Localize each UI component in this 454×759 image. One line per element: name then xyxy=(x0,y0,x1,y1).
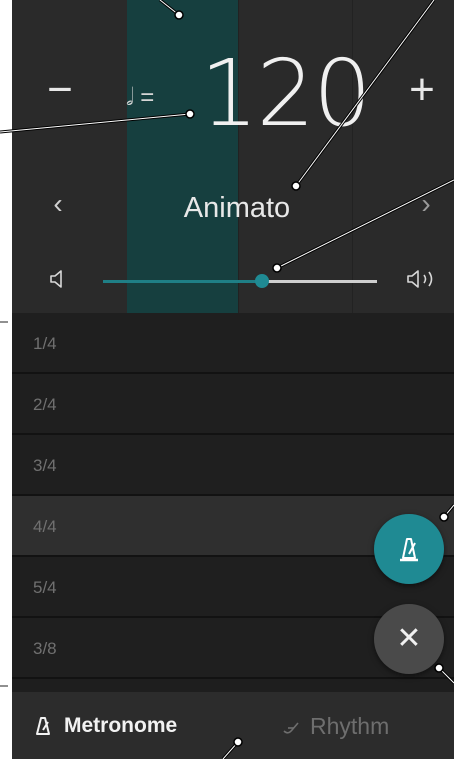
close-button[interactable]: ✕ xyxy=(374,604,444,674)
metronome-screen: − 𝅗𝅥 = 120 + ‹ Animato › 1/4 2/4 3/4 4/4… xyxy=(12,0,454,759)
previous-tempo-button[interactable]: ‹ xyxy=(46,184,70,224)
speaker-high-icon xyxy=(407,270,433,288)
time-signature-label: 5/4 xyxy=(33,578,57,597)
rhythm-icon xyxy=(283,722,299,734)
tab-rhythm[interactable]: Rhythm xyxy=(282,706,442,746)
speaker-low-icon xyxy=(50,270,62,288)
time-signature-label: 3/4 xyxy=(33,456,57,475)
tempo-marking-name: Animato xyxy=(183,192,291,224)
time-signature-label: 3/8 xyxy=(33,639,57,658)
metronome-start-button[interactable] xyxy=(374,514,444,584)
time-signature-row[interactable]: 3/4 xyxy=(12,435,454,496)
tab-metronome-label: Metronome xyxy=(64,714,178,737)
tab-rhythm-label: Rhythm xyxy=(310,713,390,739)
time-signature-row[interactable]: 1/4 xyxy=(12,313,454,374)
metronome-icon xyxy=(36,717,50,736)
tempo-increase-button[interactable]: + xyxy=(402,60,442,120)
volume-fill xyxy=(103,280,262,283)
note-equals-label: 𝅗𝅥 = xyxy=(126,84,155,111)
tempo-decrease-button[interactable]: − xyxy=(42,60,78,120)
next-tempo-button[interactable]: › xyxy=(414,184,438,224)
time-signature-label: 2/4 xyxy=(33,395,57,414)
bottom-tab-bar: Metronome Rhythm xyxy=(12,692,454,759)
tempo-bpm-value[interactable]: 120 xyxy=(200,44,372,144)
tempo-panel: − 𝅗𝅥 = 120 + ‹ Animato › xyxy=(12,0,454,313)
time-signature-label: 1/4 xyxy=(33,334,57,353)
tab-metronome[interactable]: Metronome xyxy=(32,706,232,746)
time-signature-row[interactable]: 2/4 xyxy=(12,374,454,435)
metronome-icon xyxy=(400,538,418,562)
time-signature-label: 4/4 xyxy=(33,517,57,536)
volume-thumb[interactable] xyxy=(254,274,269,288)
volume-slider[interactable] xyxy=(103,262,377,298)
